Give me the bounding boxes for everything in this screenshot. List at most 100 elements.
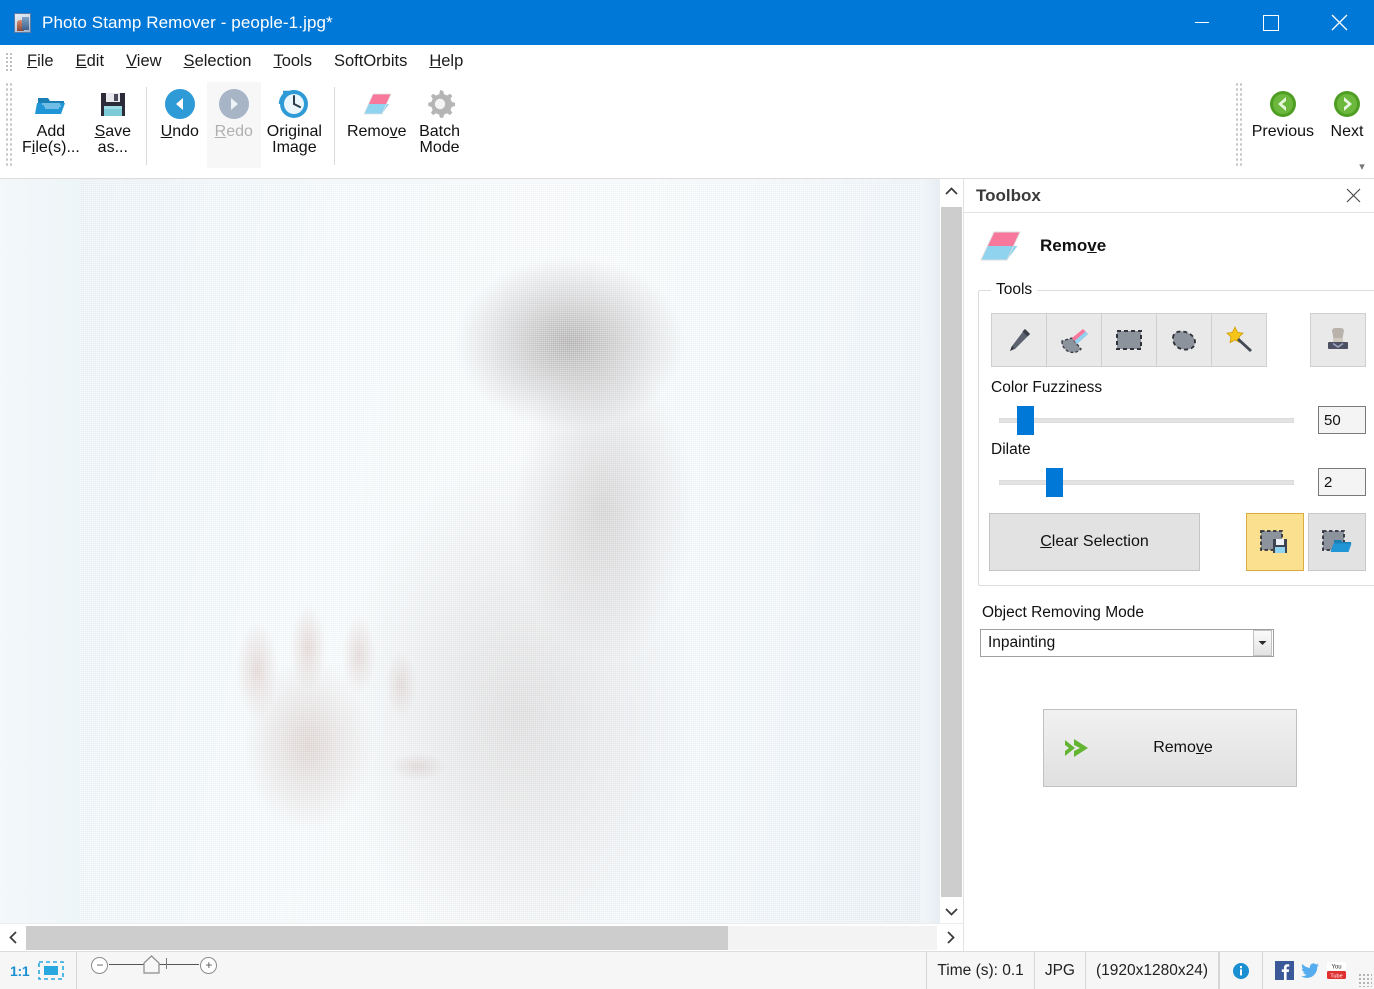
clone-stamp-tool[interactable]	[1310, 313, 1366, 367]
remove-action-label: Remove	[1153, 739, 1213, 756]
close-button[interactable]	[1305, 0, 1374, 45]
photo-image[interactable]	[80, 179, 925, 923]
scroll-down-button[interactable]	[940, 899, 963, 923]
dilate-thumb[interactable]	[1046, 468, 1063, 497]
menu-tools[interactable]: Tools	[262, 48, 323, 75]
save-selection-button[interactable]	[1246, 513, 1304, 571]
minimize-button[interactable]	[1167, 0, 1236, 45]
horizontal-scroll-thumb[interactable]	[26, 925, 728, 950]
toolbar-overflow-button[interactable]: ▾	[1354, 160, 1370, 173]
rectangle-select-tool[interactable]	[1101, 313, 1157, 367]
fit-to-window-button[interactable]	[38, 961, 65, 980]
undo-button[interactable]: Undo	[153, 82, 207, 168]
toolbox-section-title: Remove	[1040, 236, 1107, 255]
color-fuzziness-value[interactable]: 50	[1318, 406, 1366, 434]
vertical-scrollbar[interactable]	[939, 179, 963, 923]
color-fuzziness-slider[interactable]	[989, 403, 1304, 437]
info-button[interactable]	[1219, 952, 1263, 989]
close-icon	[1331, 14, 1348, 31]
save-as-button[interactable]: Save as...	[86, 82, 140, 168]
vertical-scroll-track[interactable]	[940, 203, 963, 899]
selection-io-buttons	[1246, 513, 1366, 571]
menu-selection[interactable]: Selection	[173, 48, 263, 75]
twitter-link[interactable]	[1301, 961, 1320, 980]
scroll-right-button[interactable]	[937, 924, 963, 952]
remove-action-button[interactable]: Remove	[1043, 709, 1297, 787]
youtube-icon: You Tube	[1327, 962, 1346, 979]
status-time: Time (s): 0.1	[926, 952, 1035, 989]
scroll-up-button[interactable]	[940, 179, 963, 203]
clear-selection-button[interactable]: Clear Selection	[989, 513, 1200, 571]
title-bar: Photo Stamp Remover - people-1.jpg*	[0, 0, 1374, 45]
status-dimensions: (1920x1280x24)	[1086, 952, 1219, 989]
toolbox-close-button[interactable]	[1342, 185, 1364, 207]
toolbox-header: Toolbox	[964, 179, 1374, 213]
remove-toolbar-button[interactable]: Remove	[341, 82, 413, 168]
magic-wand-tool[interactable]	[1211, 313, 1267, 367]
next-button[interactable]: Next	[1320, 82, 1374, 168]
menu-view[interactable]: View	[115, 48, 172, 75]
chevron-down-icon[interactable]	[1253, 630, 1272, 656]
zoom-in-button[interactable]: +	[200, 956, 218, 974]
undo-arrow-icon	[163, 87, 197, 121]
green-double-arrow-icon	[1062, 734, 1102, 762]
dilate-row: 2	[989, 465, 1366, 499]
menu-edit[interactable]: Edit	[65, 48, 115, 75]
youtube-link[interactable]: You Tube	[1327, 961, 1346, 980]
social-links: You Tube	[1263, 952, 1358, 989]
horizontal-scrollbar[interactable]	[0, 923, 963, 951]
lasso-select-tool[interactable]	[1156, 313, 1212, 367]
info-icon	[1233, 962, 1249, 979]
previous-button[interactable]: Previous	[1246, 82, 1320, 168]
main-body: Toolbox Remove Tools Color Fuzziness 50 …	[0, 179, 1374, 951]
object-removing-mode-label: Object Removing Mode	[982, 604, 1144, 621]
menu-softorbits[interactable]: SoftOrbits	[323, 48, 418, 75]
dilate-slider[interactable]	[989, 465, 1304, 499]
vertical-scroll-thumb[interactable]	[941, 207, 962, 897]
redo-arrow-icon	[217, 87, 251, 121]
batch-mode-button[interactable]: Batch Mode	[413, 82, 467, 168]
original-image-button[interactable]: Original Image	[261, 82, 328, 168]
horizontal-scroll-track[interactable]	[26, 925, 937, 950]
canvas-left-margin	[0, 179, 80, 923]
menu-file[interactable]: FFileile	[16, 48, 65, 75]
remove-action-wrap: Remove	[978, 709, 1362, 787]
rectangle-selection-icon	[1116, 330, 1142, 350]
menu-help[interactable]: Help	[418, 48, 474, 75]
resize-grip[interactable]	[1358, 973, 1372, 987]
zoom-slider[interactable]: − +	[89, 952, 219, 978]
stamp-icon	[1328, 328, 1348, 349]
dilate-value[interactable]: 2	[1318, 468, 1366, 496]
eraser-marker-tool[interactable]	[1046, 313, 1102, 367]
menu-grip	[4, 50, 12, 73]
save-selection-icon	[1260, 530, 1287, 553]
zoom-1to1-button[interactable]: 1:1	[10, 963, 30, 979]
redo-button[interactable]: Redo	[206, 82, 261, 168]
scroll-left-button[interactable]	[0, 924, 26, 952]
tools-group: Tools Color Fuzziness 50 Dilate 2 C lear…	[978, 281, 1374, 586]
status-bar: 1:1 − + Time (s): 0.1 JPG (1920x1280x24)	[0, 951, 1374, 989]
application-window: Photo Stamp Remover - people-1.jpg* FFil…	[0, 0, 1374, 989]
open-folder-icon	[34, 87, 68, 121]
dilate-label: Dilate	[991, 441, 1031, 458]
svg-text:You: You	[1331, 965, 1341, 971]
undo-label: Undo	[160, 123, 199, 140]
facebook-link[interactable]	[1275, 961, 1294, 980]
maximize-button[interactable]	[1236, 0, 1305, 45]
image-canvas[interactable]	[0, 179, 939, 923]
color-fuzziness-thumb[interactable]	[1017, 406, 1034, 435]
pencil-icon	[1010, 329, 1030, 351]
zoom-out-button[interactable]: −	[91, 956, 109, 974]
canvas-right-margin	[921, 179, 939, 923]
toolbox-body: Remove Tools Color Fuzziness 50 Dilate 2…	[964, 213, 1374, 951]
eraser-icon	[360, 87, 394, 121]
load-selection-button[interactable]	[1308, 513, 1366, 571]
zoom-slider-thumb[interactable]	[143, 955, 160, 974]
add-files-button[interactable]: Add File(s)...	[16, 82, 86, 168]
object-removing-mode-select[interactable]: Inpainting	[980, 629, 1274, 657]
floppy-disk-icon	[96, 87, 130, 121]
marker-pencil-tool[interactable]	[991, 313, 1047, 367]
save-as-label: Save as...	[94, 123, 132, 156]
slider-rail	[999, 418, 1294, 423]
status-spacer	[231, 952, 926, 989]
